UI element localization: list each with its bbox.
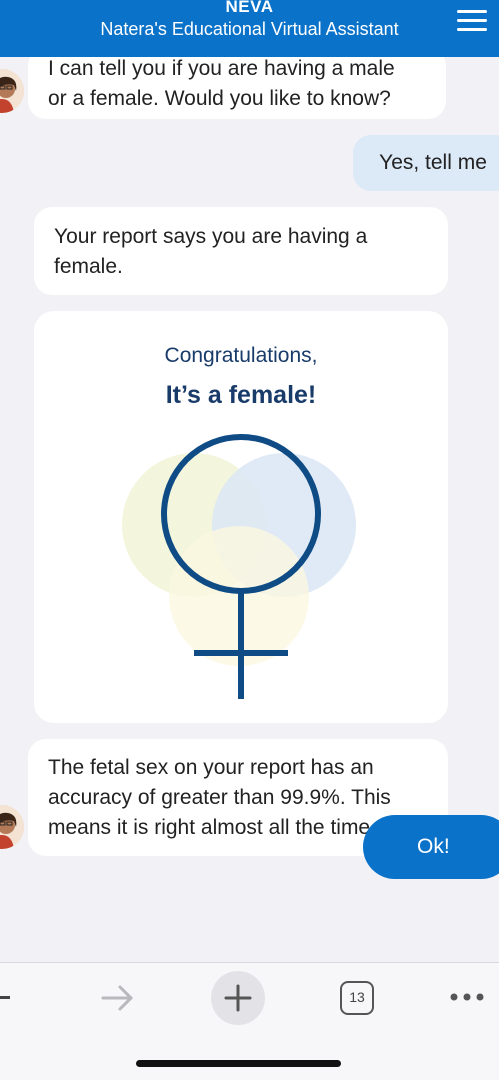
result-card: Congratulations, It’s a female! bbox=[34, 311, 448, 723]
message-line: female. bbox=[54, 255, 123, 278]
bot-message: Your report says you are having a female… bbox=[34, 207, 448, 295]
user-message: Yes, tell me bbox=[353, 135, 499, 191]
back-icon[interactable] bbox=[0, 996, 10, 999]
hamburger-menu-icon[interactable] bbox=[457, 10, 487, 32]
new-tab-icon[interactable] bbox=[211, 971, 265, 1025]
more-icon[interactable] bbox=[448, 991, 488, 1003]
ok-button[interactable]: Ok! bbox=[363, 815, 499, 879]
assistant-avatar bbox=[0, 69, 24, 113]
message-line: I can tell you if you are having a male bbox=[48, 57, 395, 80]
message-line: Your report says you are having a bbox=[54, 225, 368, 248]
app-subtitle: Natera's Educational Virtual Assistant bbox=[100, 19, 399, 39]
message-line: or a female. Would you like to know? bbox=[48, 87, 391, 110]
female-symbol-icon bbox=[122, 434, 356, 699]
app-brand: NEVA bbox=[225, 0, 274, 16]
tabs-icon[interactable]: 13 bbox=[340, 981, 374, 1015]
message-line: accuracy of greater than 99.9%. This bbox=[48, 786, 391, 809]
bot-message: I can tell you if you are having a male … bbox=[28, 57, 446, 119]
forward-icon[interactable] bbox=[100, 983, 136, 1013]
assistant-avatar bbox=[0, 805, 24, 849]
message-line: The fetal sex on your report has an bbox=[48, 756, 374, 779]
app-header: NEVA Natera's Educational Virtual Assist… bbox=[0, 0, 499, 57]
home-indicator[interactable] bbox=[136, 1060, 341, 1067]
